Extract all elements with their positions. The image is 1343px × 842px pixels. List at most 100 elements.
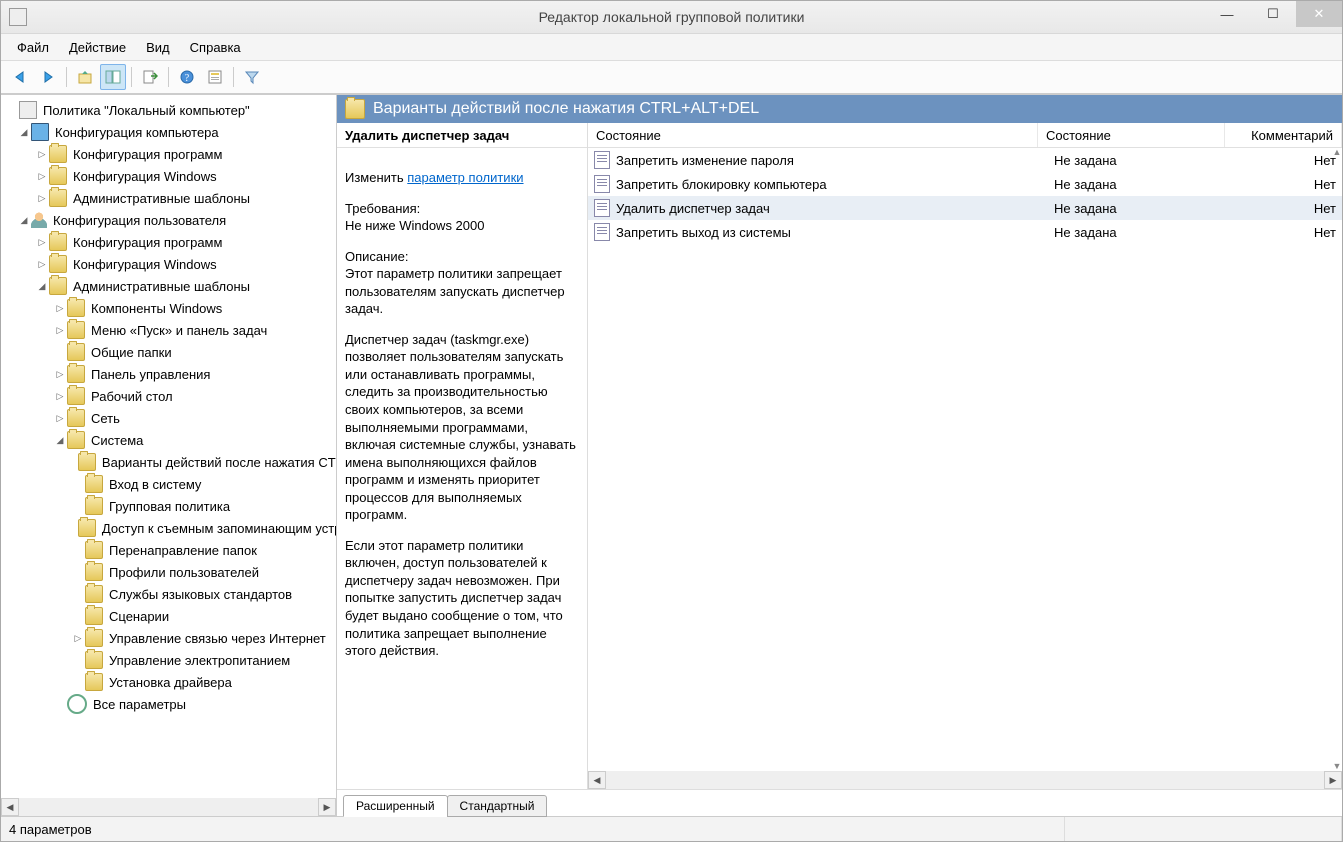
menu-help[interactable]: Справка [180,37,251,58]
view-tabs: Расширенный Стандартный [337,789,1342,816]
tree-adm-cp[interactable]: ▷Панель управления [1,363,336,385]
folder-icon [85,475,103,493]
folder-icon [85,497,103,515]
tree-label: Профили пользователей [107,564,261,581]
tree-adm-sys[interactable]: ◢Система [1,429,336,451]
nav-back-button[interactable] [7,64,33,90]
up-button[interactable] [72,64,98,90]
properties-button[interactable] [202,64,228,90]
folder-icon [67,299,85,317]
tree-sys-cad[interactable]: ▷Варианты действий после нажатия CTRL+AL… [1,451,336,473]
menu-action[interactable]: Действие [59,37,136,58]
row-state: Не задана [1048,153,1230,168]
desc-p3: Если этот параметр политики включен, дос… [345,537,579,660]
tree-sys-folder[interactable]: ▷Перенаправление папок [1,539,336,561]
filter-button[interactable] [239,64,265,90]
window-buttons: — ☐ ✕ [1204,1,1342,27]
computer-icon [31,123,49,141]
folder-icon [67,409,85,427]
tree-sys-scripts[interactable]: ▷Сценарии [1,605,336,627]
folder-icon [85,673,103,691]
menu-view[interactable]: Вид [136,37,180,58]
show-tree-button[interactable] [100,64,126,90]
table-row[interactable]: Запретить блокировку компьютераНе задана… [588,172,1342,196]
tree-sys-driver[interactable]: ▷Установка драйвера [1,671,336,693]
requirements-label: Требования: [345,201,420,216]
folder-icon [67,365,85,383]
row-state: Не задана [1048,225,1230,240]
settings-list[interactable]: Запретить изменение пароляНе заданаНетЗа… [588,148,1342,771]
export-button[interactable] [137,64,163,90]
toolbar: ? [1,61,1342,94]
tree-adm-shared[interactable]: ▷Общие папки [1,341,336,363]
table-row[interactable]: Удалить диспетчер задачНе заданаНет [588,196,1342,220]
tree-user-programs[interactable]: ▷Конфигурация программ [1,231,336,253]
folder-icon [345,99,365,119]
scroll-left-icon[interactable]: ◀ [588,771,606,789]
tree-label: Конфигурация Windows [71,168,219,185]
tree-user-config[interactable]: ◢Конфигурация пользователя [1,209,336,231]
scroll-left-icon[interactable]: ◀ [1,798,19,816]
tree-sys-removable[interactable]: ▷Доступ к съемным запоминающим устройств… [1,517,336,539]
edit-policy-link[interactable]: параметр политики [407,170,523,185]
tree-label: Конфигурация программ [71,146,224,163]
tree-label: Вход в систему [107,476,203,493]
tree-adm-net[interactable]: ▷Сеть [1,407,336,429]
minimize-button[interactable]: — [1204,1,1250,27]
tree-comp-admin[interactable]: ▷Административные шаблоны [1,187,336,209]
scroll-track[interactable] [606,771,1324,789]
pane-title: Варианты действий после нажатия CTRL+ALT… [373,100,759,118]
tree-sys-logon[interactable]: ▷Вход в систему [1,473,336,495]
folder-icon [67,321,85,339]
scroll-down-icon[interactable]: ▼ [1333,761,1342,771]
row-comment: Нет [1230,201,1342,216]
list-v-scrollbar[interactable]: ▲▼ [1332,147,1342,771]
tree-all-settings[interactable]: ▷Все параметры [1,693,336,715]
help-button[interactable]: ? [174,64,200,90]
tree-comp-windows[interactable]: ▷Конфигурация Windows [1,165,336,187]
col-state[interactable]: Состояние [1038,123,1225,147]
tree-comp-programs[interactable]: ▷Конфигурация программ [1,143,336,165]
folder-icon [49,167,67,185]
tab-standard[interactable]: Стандартный [447,795,548,817]
scroll-up-icon[interactable]: ▲ [1333,147,1342,157]
tab-extended[interactable]: Расширенный [343,795,448,817]
folder-icon [67,343,85,361]
tree-view[interactable]: ▶Политика "Локальный компьютер" ◢Конфигу… [1,95,336,798]
tree-adm-start[interactable]: ▷Меню «Пуск» и панель задач [1,319,336,341]
tree-label: Административные шаблоны [71,278,252,295]
tree-h-scrollbar[interactable]: ◀ ▶ [1,798,336,816]
tree-adm-desk[interactable]: ▷Рабочий стол [1,385,336,407]
table-row[interactable]: Запретить выход из системыНе заданаНет [588,220,1342,244]
menu-file[interactable]: Файл [7,37,59,58]
tree-sys-conn[interactable]: ▷Управление связью через Интернет [1,627,336,649]
folder-icon [67,431,85,449]
scroll-right-icon[interactable]: ▶ [1324,771,1342,789]
tree-label: Управление электропитанием [107,652,292,669]
scroll-right-icon[interactable]: ▶ [318,798,336,816]
app-window: Редактор локальной групповой политики — … [0,0,1343,842]
close-button[interactable]: ✕ [1296,1,1342,27]
nav-forward-button[interactable] [35,64,61,90]
tree-sys-gp[interactable]: ▷Групповая политика [1,495,336,517]
tree-computer-config[interactable]: ◢Конфигурация компьютера [1,121,336,143]
folder-icon [49,277,67,295]
tree-sys-lang[interactable]: ▷Службы языковых стандартов [1,583,336,605]
tree-root[interactable]: ▶Политика "Локальный компьютер" [1,99,336,121]
tree-sys-power[interactable]: ▷Управление электропитанием [1,649,336,671]
toolbar-separator [131,67,132,87]
tree-label: Варианты действий после нажатия CTRL+ALT… [100,454,336,471]
tree-label: Сценарии [107,608,171,625]
col-name[interactable]: Состояние [588,123,1038,147]
table-row[interactable]: Запретить изменение пароляНе заданаНет [588,148,1342,172]
tree-sys-profiles[interactable]: ▷Профили пользователей [1,561,336,583]
list-h-scrollbar[interactable]: ◀ ▶ [588,771,1342,789]
details-pane: Варианты действий после нажатия CTRL+ALT… [337,95,1342,816]
col-comment[interactable]: Комментарий [1225,123,1342,147]
tree-user-windows[interactable]: ▷Конфигурация Windows [1,253,336,275]
scroll-track[interactable] [19,798,318,816]
maximize-button[interactable]: ☐ [1250,1,1296,27]
tree-user-admin[interactable]: ◢Административные шаблоны [1,275,336,297]
tree-adm-wincomp[interactable]: ▷Компоненты Windows [1,297,336,319]
tree-label: Все параметры [91,696,188,713]
